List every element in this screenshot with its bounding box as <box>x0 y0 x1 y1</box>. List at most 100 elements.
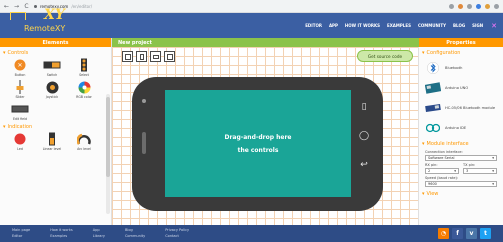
rgb-color-icon <box>74 80 94 94</box>
element-switch[interactable]: Switch <box>38 58 66 77</box>
phone-camera-icon <box>142 99 146 103</box>
back-icon: ↩ <box>360 160 368 170</box>
settings-icon <box>166 53 173 60</box>
element-label: Edit field <box>12 117 28 121</box>
nav-editor[interactable]: EDITOR <box>305 23 322 28</box>
bluetooth-module-icon <box>425 101 441 115</box>
language-flag-icon[interactable]: ✕ <box>491 22 497 30</box>
elements-panel-title: Elements <box>0 38 111 47</box>
logo-xy: XY <box>44 7 65 23</box>
footer-link[interactable]: Examples <box>50 234 73 239</box>
project-title: New project <box>112 38 419 47</box>
footer-link[interactable]: Contact <box>165 234 189 239</box>
element-label: Slider <box>15 95 25 99</box>
remotexy-logo[interactable]: XY RemoteXY <box>10 8 72 33</box>
rx-pin-select[interactable]: 2 ▾ <box>425 168 459 174</box>
extension-icon[interactable] <box>458 3 463 9</box>
forward-button[interactable]: → <box>14 3 19 10</box>
nav-community[interactable]: COMMUNITY <box>418 23 446 28</box>
section-configuration[interactable]: ▾ Configuration <box>419 47 503 58</box>
get-source-code-button[interactable]: Get source code <box>357 50 413 62</box>
browser-toolbar: ← → C remotexy.com/en/editor/ <box>0 0 503 13</box>
chevron-down-icon: ▾ <box>3 124 6 130</box>
element-label: Joystick <box>45 95 59 99</box>
connection-interface-select[interactable]: Software Serial ▾ <box>425 155 497 161</box>
drop-zone[interactable]: Drag-and-drop here the controls <box>165 90 351 197</box>
element-slider[interactable]: Slider <box>6 80 34 99</box>
rx-pin-group: RX pin: 2 ▾ <box>425 162 459 175</box>
section-controls[interactable]: ▾ Controls <box>0 47 111 58</box>
element-rgb-color[interactable]: RGB color <box>70 80 98 99</box>
site-header: XY RemoteXY EDITOR APP HOW IT WORKS EXAM… <box>0 8 503 38</box>
speed-select[interactable]: 9600 ▾ <box>425 181 497 187</box>
footer-link[interactable]: Community <box>125 234 145 239</box>
arduino-ide-icon <box>425 121 441 135</box>
element-button[interactable]: ✕ Button <box>6 58 34 77</box>
switch-icon <box>42 58 62 72</box>
lock-icon <box>34 4 37 8</box>
canvas-toolbar <box>122 51 175 62</box>
screen-settings-button[interactable] <box>164 51 175 62</box>
chevron-down-icon: ▾ <box>492 182 494 186</box>
profile-avatar-icon[interactable] <box>485 3 490 9</box>
pin-selectors: RX pin: 2 ▾ TX pin: 3 ▾ <box>419 162 503 175</box>
config-label: Arduino IDE <box>445 125 467 130</box>
tx-pin-select[interactable]: 3 ▾ <box>463 168 497 174</box>
phone-orientation-button[interactable] <box>136 51 147 62</box>
twitter-icon[interactable]: t <box>480 228 491 239</box>
nav-examples[interactable]: EXAMPLES <box>387 23 411 28</box>
footer-column: How it works Examples <box>50 228 73 239</box>
back-button[interactable]: ← <box>4 3 9 10</box>
element-label: Select <box>79 73 89 77</box>
config-label: Arduino UNO <box>445 85 469 90</box>
element-label: Arc level <box>77 147 91 151</box>
element-led[interactable]: Led <box>6 132 34 151</box>
footer-column: App Library <box>93 228 105 239</box>
config-bluetooth[interactable]: Bluetooth <box>419 58 503 78</box>
elements-panel: Elements ▾ Controls ✕ Button Switch Sele… <box>0 38 112 225</box>
nav-sign[interactable]: SIGN <box>472 23 483 28</box>
controls-grid: ✕ Button Switch Select Slider Joystick R… <box>0 58 111 121</box>
element-joystick[interactable]: Joystick <box>38 80 66 99</box>
element-label: Linear level <box>42 147 62 151</box>
extension-icon[interactable] <box>476 3 481 9</box>
element-arc-level[interactable]: Arc level <box>70 132 98 151</box>
element-linear-level[interactable]: Linear level <box>38 132 66 151</box>
config-label: HC-05/06 Bluetooth module <box>445 105 496 110</box>
nav-app[interactable]: APP <box>329 23 338 28</box>
section-view[interactable]: ▾ View <box>419 188 503 199</box>
elements-scrollbar[interactable] <box>106 94 110 214</box>
element-edit-field[interactable]: Edit field <box>6 102 34 121</box>
menu-icon[interactable] <box>494 3 499 9</box>
phone-mockup: Drag-and-drop here the controls ▯ ◯ ↩ <box>132 77 383 211</box>
extension-icon[interactable] <box>467 3 472 9</box>
footer-link[interactable]: Editor <box>12 234 30 239</box>
element-select[interactable]: Select <box>70 58 98 77</box>
layout-icon <box>152 54 159 59</box>
screen-layout-button[interactable] <box>150 51 161 62</box>
rss-icon[interactable]: ◔ <box>438 228 449 239</box>
document-icon <box>124 53 131 60</box>
vk-icon[interactable]: v <box>466 228 477 239</box>
section-indication[interactable]: ▾ Indication <box>0 121 111 132</box>
extension-icon[interactable] <box>449 3 454 9</box>
svg-text:✕: ✕ <box>17 62 22 69</box>
config-arduino-uno[interactable]: Arduino UNO <box>419 78 503 98</box>
footer-column: Privacy Policy Contact <box>165 228 189 239</box>
nav-how-it-works[interactable]: HOW IT WORKS <box>345 23 380 28</box>
edit-field-icon <box>10 102 30 116</box>
nav-blog[interactable]: BLOG <box>453 23 465 28</box>
section-module-interface[interactable]: ▾ Module interface <box>419 138 503 149</box>
facebook-icon[interactable]: f <box>452 228 463 239</box>
social-links: ◔ f v t <box>438 228 491 239</box>
config-label: Bluetooth <box>445 65 463 70</box>
slider-icon <box>10 80 30 94</box>
chevron-down-icon: ▾ <box>492 156 494 160</box>
reload-button[interactable]: C <box>24 3 29 10</box>
footer-link[interactable]: Library <box>93 234 105 239</box>
scrollbar-thumb[interactable] <box>106 97 110 177</box>
config-arduino-ide[interactable]: Arduino IDE <box>419 118 503 138</box>
new-screen-button[interactable] <box>122 51 133 62</box>
config-hc05[interactable]: HC-05/06 Bluetooth module <box>419 98 503 118</box>
chevron-down-icon: ▾ <box>422 141 425 147</box>
